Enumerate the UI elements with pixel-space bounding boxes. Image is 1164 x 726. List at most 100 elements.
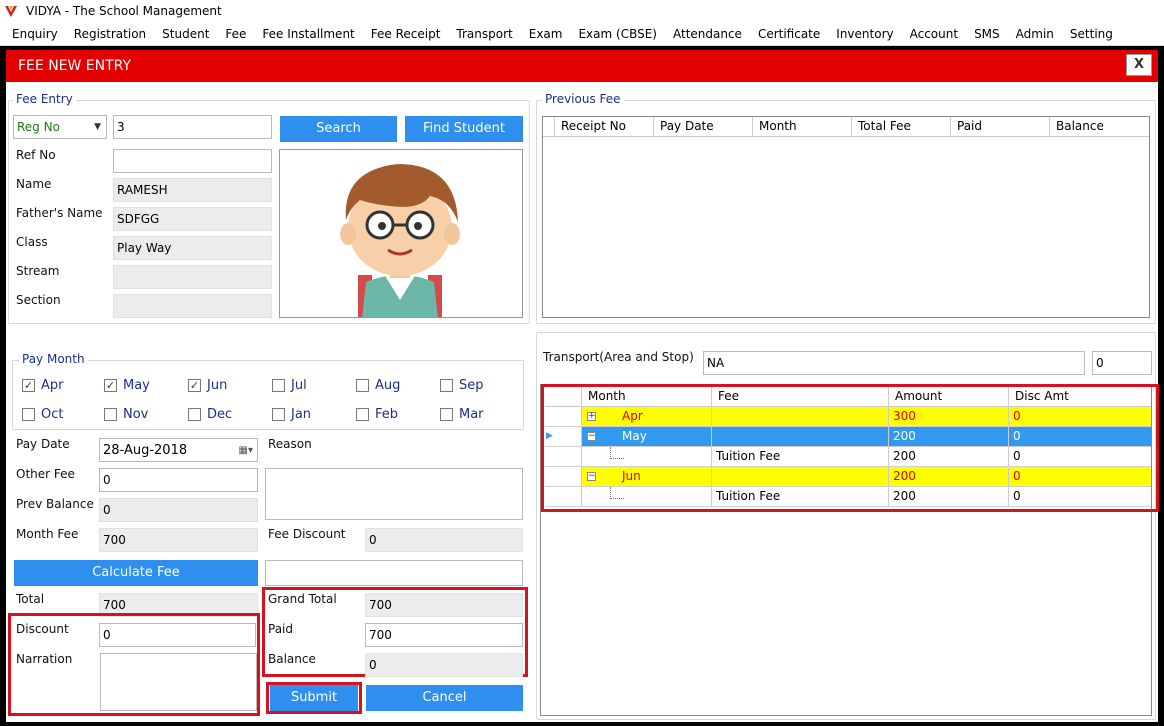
search-value-input[interactable]: 3 xyxy=(113,115,272,139)
month-text: Jun xyxy=(622,469,641,483)
checkbox-unchecked-icon[interactable] xyxy=(272,379,285,392)
checkbox-unchecked-icon[interactable] xyxy=(272,408,285,421)
narration-input[interactable] xyxy=(100,653,257,711)
row-header-cell[interactable] xyxy=(545,467,582,486)
menu-item-registration[interactable]: Registration xyxy=(66,22,154,46)
collapse-icon[interactable]: − xyxy=(587,472,596,481)
month-checkbox-jan[interactable]: Jan xyxy=(272,407,311,422)
month-label: Mar xyxy=(459,407,484,422)
month-checkbox-jun[interactable]: ✓ Jun xyxy=(188,378,227,393)
month-checkbox-mar[interactable]: Mar xyxy=(440,407,484,422)
cancel-button[interactable]: Cancel xyxy=(366,685,523,711)
menu-item-admin[interactable]: Admin xyxy=(1008,22,1062,46)
reason-label: Reason xyxy=(268,437,312,451)
month-checkbox-may[interactable]: ✓ May xyxy=(104,378,150,393)
menu-item-fee[interactable]: Fee xyxy=(217,22,254,46)
month-checkbox-oct[interactable]: Oct xyxy=(22,407,63,422)
menu-item-inventory[interactable]: Inventory xyxy=(828,22,901,46)
menu-item-setting[interactable]: Setting xyxy=(1062,22,1121,46)
checkbox-unchecked-icon[interactable] xyxy=(104,408,117,421)
fee-grid-row[interactable]: ▶ − May 200 0 xyxy=(545,427,1151,447)
menu-item-fee-installment[interactable]: Fee Installment xyxy=(254,22,362,46)
column-header[interactable]: Pay Date xyxy=(654,117,753,136)
month-checkbox-nov[interactable]: Nov xyxy=(104,407,148,422)
submit-button[interactable]: Submit xyxy=(270,685,358,711)
other-fee-input[interactable]: 0 xyxy=(99,468,258,492)
month-checkbox-apr[interactable]: ✓ Apr xyxy=(22,378,64,393)
checkbox-unchecked-icon[interactable] xyxy=(356,408,369,421)
column-header[interactable]: Month xyxy=(753,117,852,136)
menu-item-student[interactable]: Student xyxy=(154,22,217,46)
paid-input[interactable]: 700 xyxy=(365,623,523,647)
disc-amt-cell: 0 xyxy=(1009,467,1151,486)
class-field: Play Way xyxy=(113,236,272,260)
pay-date-picker[interactable]: 28-Aug-2018 ▦▾ xyxy=(99,438,258,462)
row-header-cell[interactable] xyxy=(545,487,582,506)
row-header-cell[interactable]: ▶ xyxy=(545,427,582,446)
checkbox-unchecked-icon[interactable] xyxy=(22,408,35,421)
expand-icon[interactable]: + xyxy=(587,412,596,421)
row-header-cell[interactable] xyxy=(545,447,582,466)
disc-amt-cell: 0 xyxy=(1009,427,1151,446)
menu-item-fee-receipt[interactable]: Fee Receipt xyxy=(363,22,449,46)
close-button[interactable]: X xyxy=(1126,54,1152,76)
month-checkbox-aug[interactable]: Aug xyxy=(356,378,400,393)
menu-item-certificate[interactable]: Certificate xyxy=(750,22,828,46)
calculate-fee-button[interactable]: Calculate Fee xyxy=(14,560,258,586)
month-checkbox-dec[interactable]: Dec xyxy=(188,407,232,422)
menu-item-sms[interactable]: SMS xyxy=(966,22,1008,46)
fee-grid-row[interactable]: − Jun 200 0 xyxy=(545,467,1151,487)
fee-grid-row[interactable]: Tuition Fee 200 0 xyxy=(545,447,1151,467)
month-checkbox-jul[interactable]: Jul xyxy=(272,378,307,393)
amount-cell: 300 xyxy=(889,407,1009,426)
calendar-icon[interactable]: ▦▾ xyxy=(239,443,253,458)
ref-no-input[interactable] xyxy=(113,149,272,173)
discount-input[interactable]: 0 xyxy=(99,623,256,647)
fee-grid-row[interactable]: + Apr 300 0 xyxy=(545,407,1151,427)
reason-input[interactable] xyxy=(265,468,523,520)
month-checkbox-feb[interactable]: Feb xyxy=(356,407,398,422)
section-label: Section xyxy=(16,293,61,307)
previous-fee-grid-header: Receipt No Pay Date Month Total Fee Paid… xyxy=(543,117,1149,137)
column-header[interactable]: Total Fee xyxy=(852,117,951,136)
collapse-icon[interactable]: − xyxy=(587,432,596,441)
extra-input[interactable] xyxy=(265,560,523,586)
checkbox-unchecked-icon[interactable] xyxy=(356,379,369,392)
section-field xyxy=(113,294,272,318)
menu-item-enquiry[interactable]: Enquiry xyxy=(4,22,66,46)
fee-grid-row[interactable]: Tuition Fee 200 0 xyxy=(545,487,1151,507)
column-header[interactable]: Disc Amt xyxy=(1009,387,1151,406)
checkbox-checked-icon[interactable]: ✓ xyxy=(188,379,201,392)
stream-label: Stream xyxy=(16,264,60,278)
month-label: May xyxy=(123,378,150,393)
checkbox-unchecked-icon[interactable] xyxy=(440,408,453,421)
previous-fee-grid[interactable]: Receipt No Pay Date Month Total Fee Paid… xyxy=(542,116,1150,318)
grand-total-label: Grand Total xyxy=(268,592,337,606)
checkbox-unchecked-icon[interactable] xyxy=(188,408,201,421)
column-header[interactable]: Receipt No xyxy=(555,117,654,136)
menu-item-exam-cbse[interactable]: Exam (CBSE) xyxy=(570,22,665,46)
column-header[interactable]: Balance xyxy=(1050,117,1149,136)
search-by-select[interactable]: Reg No ▼ xyxy=(13,115,107,139)
menu-item-transport[interactable]: Transport xyxy=(448,22,520,46)
month-label: Aug xyxy=(375,378,401,393)
column-header[interactable]: Fee xyxy=(712,387,889,406)
row-header-cell[interactable] xyxy=(545,407,582,426)
name-label: Name xyxy=(16,177,52,191)
checkbox-checked-icon[interactable]: ✓ xyxy=(104,379,117,392)
checkbox-checked-icon[interactable]: ✓ xyxy=(22,379,35,392)
menu-item-exam[interactable]: Exam xyxy=(521,22,571,46)
column-header[interactable]: Paid xyxy=(951,117,1050,136)
ref-no-label: Ref No xyxy=(16,148,56,162)
search-button[interactable]: Search xyxy=(280,116,397,142)
month-label: Nov xyxy=(123,407,149,422)
menu-item-attendance[interactable]: Attendance xyxy=(665,22,750,46)
column-header[interactable]: Month xyxy=(582,387,712,406)
checkbox-unchecked-icon[interactable] xyxy=(440,379,453,392)
transport-area-input[interactable]: NA xyxy=(703,351,1085,375)
month-checkbox-sep[interactable]: Sep xyxy=(440,378,484,393)
find-student-button[interactable]: Find Student xyxy=(405,116,523,142)
transport-amount-input[interactable]: 0 xyxy=(1092,351,1152,375)
column-header[interactable]: Amount xyxy=(889,387,1009,406)
menu-item-account[interactable]: Account xyxy=(902,22,966,46)
